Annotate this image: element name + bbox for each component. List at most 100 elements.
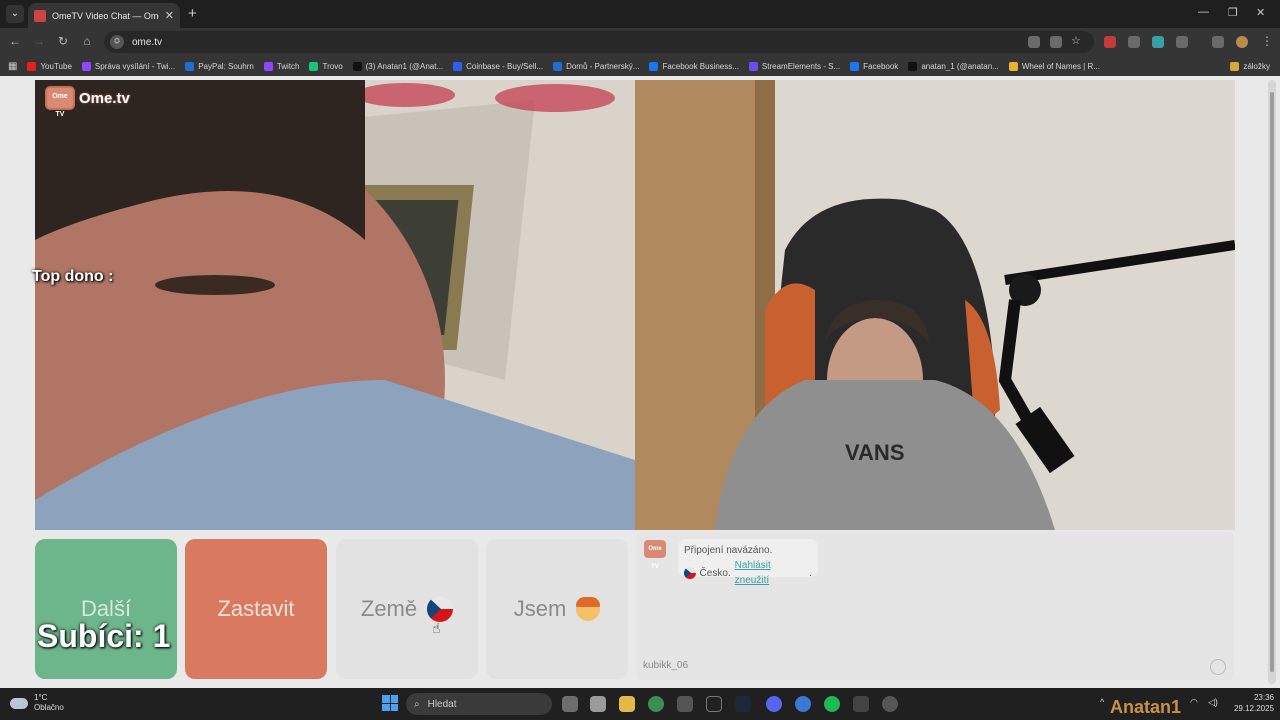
country-filter-button[interactable]: Země <box>336 539 478 679</box>
bookmark-item[interactable]: Správa vysílání - Twi... <box>81 61 176 71</box>
profile-avatar[interactable] <box>1236 36 1248 48</box>
obs-icon[interactable] <box>882 696 898 712</box>
chat-tv-logo-icon: Ome TV <box>644 540 666 570</box>
wifi-icon[interactable]: ◠ <box>1190 697 1198 708</box>
streamer-watermark: Anatan1 <box>1110 697 1182 717</box>
bookmark-item[interactable]: Coinbase - Buy/Sell... <box>453 61 543 71</box>
store-icon[interactable] <box>590 696 606 712</box>
page-scrollbar-thumb[interactable] <box>1270 92 1274 672</box>
extension-icon[interactable] <box>1152 36 1164 48</box>
bookmark-favicon-icon <box>748 61 758 71</box>
bookmark-item[interactable]: anatan_1 (@anatan... <box>908 61 999 71</box>
self-video-frame: VANS <box>635 80 1235 530</box>
bookmark-label: anatan_1 (@anatan... <box>921 61 999 71</box>
app-icon[interactable] <box>677 696 693 712</box>
bookmark-label: Domů - Partnerský... <box>566 61 640 71</box>
file-explorer-icon[interactable] <box>619 696 635 712</box>
emoji-icon[interactable] <box>1210 659 1226 675</box>
bookmark-item[interactable]: Twitch <box>263 61 299 71</box>
country-name: Česko. <box>699 567 731 579</box>
steam-icon[interactable] <box>735 696 751 712</box>
bookmark-item[interactable]: StreamElements - S... <box>748 61 841 71</box>
close-window-button[interactable]: ✕ <box>1256 6 1265 19</box>
chrome-icon[interactable] <box>648 696 664 712</box>
menu-icon[interactable]: ⋮ <box>1258 34 1276 48</box>
logo-text: Ome.tv <box>79 89 130 107</box>
connection-status: Připojení navázáno. <box>684 545 773 556</box>
browser-toolbar: ← → ↻ ⌂ ⛭ ome.tv ☆ ⋮ <box>0 28 1280 56</box>
bookmark-label: PayPal: Souhrn <box>198 61 254 71</box>
bookmark-item[interactable]: Wheel of Names | R... <box>1008 61 1100 71</box>
extension-icon[interactable] <box>1128 36 1140 48</box>
bookmark-label: StreamElements - S... <box>761 61 841 71</box>
tray-chevron-icon[interactable]: ^ <box>1100 697 1104 707</box>
browser-tab[interactable]: OmeTV Video Chat — Ome ✕ <box>28 3 180 28</box>
bookmarks-bar: ▦ YouTube Správa vysílání - Twi... PayPa… <box>0 56 1280 76</box>
windows-start-icon[interactable] <box>382 695 398 711</box>
app-icon[interactable] <box>795 696 811 712</box>
bookmark-item[interactable]: PayPal: Souhrn <box>185 61 254 71</box>
tab-close-icon[interactable]: ✕ <box>165 9 174 22</box>
back-button[interactable]: ← <box>6 34 24 48</box>
install-app-icon[interactable] <box>1050 36 1062 48</box>
forward-button[interactable]: → <box>30 34 48 48</box>
ometv-favicon-icon <box>34 9 46 22</box>
bookmark-label: Trovo <box>322 61 343 71</box>
bookmark-favicon-icon <box>850 61 860 71</box>
discord-icon[interactable] <box>766 696 782 712</box>
bookmark-favicon-icon <box>81 61 91 71</box>
bookmark-item[interactable]: Facebook Business... <box>649 61 739 71</box>
czech-flag-icon <box>427 596 454 622</box>
all-bookmarks-folder[interactable]: záložky <box>1230 61 1270 71</box>
app-icon[interactable] <box>706 696 722 712</box>
translate-icon[interactable] <box>1028 36 1040 48</box>
clock-date: 29.12.2025 <box>1233 704 1274 713</box>
bookmark-star-icon[interactable]: ☆ <box>1071 34 1083 47</box>
taskbar-search[interactable]: ⌕ Hledat <box>406 693 552 715</box>
next-button[interactable]: Další <box>35 539 177 679</box>
chat-input[interactable]: kubikk_06 <box>643 660 1203 671</box>
stop-label: Zastavit <box>217 596 295 621</box>
taskbar-clock[interactable]: 23:36 29.12.2025 <box>1232 692 1274 714</box>
app-icon[interactable] <box>853 696 869 712</box>
maximize-button[interactable]: ❐ <box>1228 6 1238 19</box>
weather-widget[interactable]: 1°C Oblačno <box>10 693 64 713</box>
bookmark-item[interactable]: YouTube <box>27 61 72 71</box>
svg-text:VANS: VANS <box>845 440 905 465</box>
bookmark-favicon-icon <box>263 61 273 71</box>
task-view-icon[interactable] <box>562 696 578 712</box>
bookmark-item[interactable]: Facebook <box>850 61 899 71</box>
gender-select-button[interactable]: Jsem <box>486 539 628 679</box>
hand-cursor-icon: ☝ <box>432 620 441 636</box>
system-message: Připojení navázáno. Česko. Nahlásit zneu… <box>678 539 818 586</box>
tab-search-button[interactable]: ⌄ <box>6 5 24 23</box>
site-info-icon[interactable]: ⛭ <box>110 35 124 49</box>
reload-button[interactable]: ↻ <box>54 34 72 48</box>
bookmark-item[interactable]: Domů - Partnerský... <box>553 61 640 71</box>
bookmark-item[interactable]: Trovo <box>309 61 343 71</box>
apps-grid-icon[interactable]: ▦ <box>8 61 17 72</box>
extension-icon[interactable] <box>1104 36 1116 48</box>
address-bar[interactable]: ⛭ ome.tv <box>104 31 1094 53</box>
weather-desc: Oblačno <box>34 703 64 712</box>
bookmark-favicon-icon <box>649 61 659 71</box>
new-tab-button[interactable]: + <box>188 5 197 22</box>
home-button[interactable]: ⌂ <box>78 34 96 48</box>
bookmark-item[interactable]: (3) Anatan1 (@Anat... <box>352 61 443 71</box>
bookmark-label: záložky <box>1243 61 1270 71</box>
bookmark-label: Facebook <box>863 61 899 71</box>
reading-list-icon[interactable] <box>1212 36 1224 48</box>
report-abuse-link[interactable]: Nahlásit zneužití <box>735 558 806 588</box>
self-video: VANS <box>635 80 1235 530</box>
czech-flag-icon <box>684 567 696 579</box>
extensions-puzzle-icon[interactable] <box>1176 36 1188 48</box>
spotify-icon[interactable] <box>824 696 840 712</box>
bookmark-label: Správa vysílání - Twi... <box>94 61 176 71</box>
bookmark-label: YouTube <box>40 61 72 71</box>
bookmark-favicon-icon <box>908 61 918 71</box>
minimize-button[interactable]: — <box>1198 6 1209 18</box>
stranger-video: Ome TV Ome.tv <box>35 80 635 530</box>
clock-time: 23:36 <box>1253 693 1274 702</box>
stop-button[interactable]: Zastavit <box>185 539 327 679</box>
volume-icon[interactable]: ◁) <box>1208 697 1218 708</box>
